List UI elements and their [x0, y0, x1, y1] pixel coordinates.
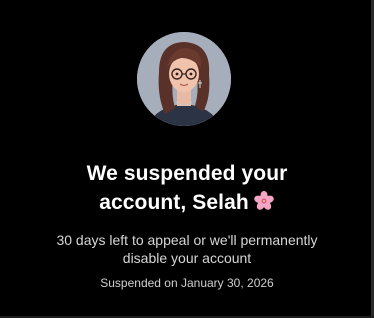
appeal-notice: 30 days left to appeal or we'll permanen… — [30, 231, 344, 267]
avatar — [137, 32, 231, 126]
suspension-title: We suspended your account, Selah — [40, 159, 334, 217]
appeal-line-1: 30 days left to appeal or we'll permanen… — [56, 232, 318, 248]
suspension-date: Suspended on January 30, 2026 — [100, 276, 274, 290]
title-line-2: account, Selah — [99, 191, 249, 214]
title-line-1: We suspended your — [86, 162, 288, 185]
cherry-blossom-icon — [253, 190, 275, 212]
appeal-line-2: disable your account — [122, 250, 252, 266]
